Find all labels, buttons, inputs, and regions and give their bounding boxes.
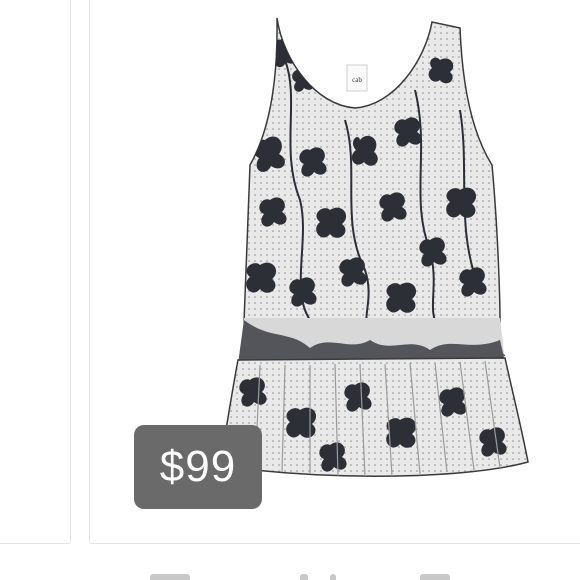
product-image[interactable]: cab xyxy=(0,0,580,545)
listing-grid: cab $99 xyxy=(0,0,580,580)
price-badge: $99 xyxy=(134,425,262,509)
next-row-preview xyxy=(0,552,580,580)
price-label: $99 xyxy=(159,442,237,491)
svg-text:cab: cab xyxy=(352,76,362,84)
